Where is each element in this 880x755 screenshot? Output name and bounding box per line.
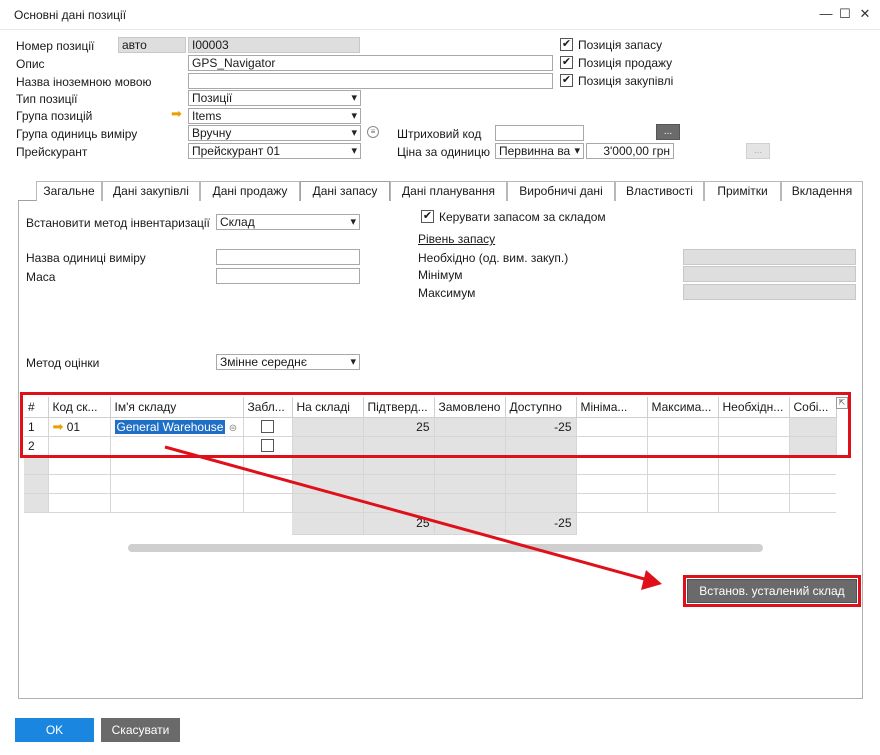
ok-button[interactable]: OK (15, 718, 94, 742)
set-default-warehouse-button[interactable]: Встанов. усталений склад (687, 579, 857, 603)
annotation-arrow-icon (164, 445, 662, 590)
cancel-button[interactable]: Скасувати (101, 718, 180, 742)
